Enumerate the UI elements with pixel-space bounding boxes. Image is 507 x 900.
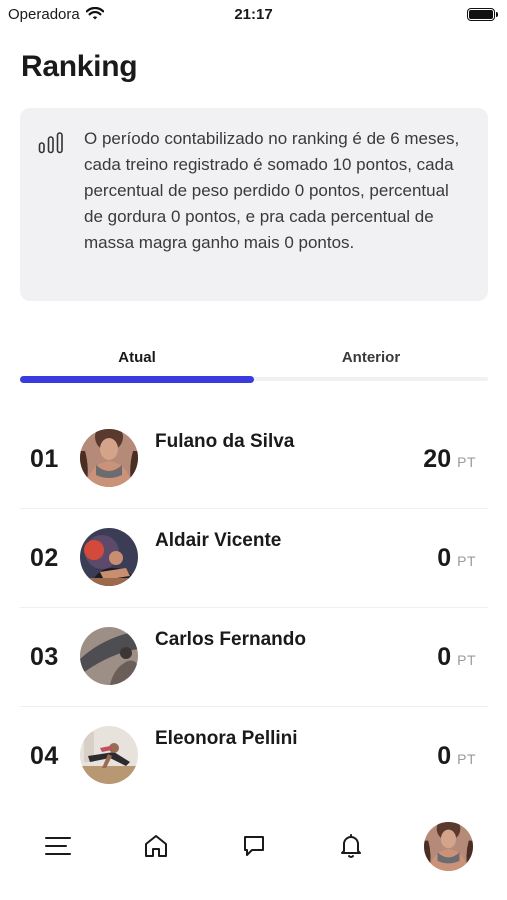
battery-icon [467,7,498,21]
score-unit: PT [457,553,476,569]
ranking-row[interactable]: 01 Fulano da Silva 20 PT [20,410,488,509]
score-unit: PT [457,454,476,470]
rank-position: 02 [30,544,59,572]
rank-score: 0 PT [437,544,476,573]
ranking-row[interactable]: 03 Carlos Fernando 0 PT [20,608,488,707]
ranking-row[interactable]: 04 Eleonora Pellini 0 PT [20,707,488,806]
score-unit: PT [457,751,476,767]
rank-name: Fulano da Silva [155,431,295,452]
rank-score: 0 PT [437,742,476,771]
menu-icon[interactable] [38,826,78,866]
tab-indicator [20,376,254,383]
ranking-row[interactable]: 02 Aldair Vicente 0 PT [20,509,488,608]
ranking-list: 01 Fulano da Silva 20 PT 02 Aldair Vicen… [20,410,488,806]
rank-name: Aldair Vicente [155,530,282,551]
rank-position: 04 [30,742,59,770]
avatar [80,726,138,784]
score-value: 0 [437,742,452,770]
info-card: O período contabilizado no ranking é de … [20,108,488,301]
profile-avatar[interactable] [424,822,473,871]
carrier-label: Operadora [8,5,80,23]
ranking-tabs: Atual Anterior [20,342,488,384]
chat-icon[interactable] [234,826,274,866]
rank-position: 03 [30,643,59,671]
home-icon[interactable] [136,826,176,866]
tab-atual[interactable]: Atual [20,342,254,374]
avatar [80,528,138,586]
wifi-icon [85,7,104,20]
score-value: 0 [437,643,452,671]
tab-anterior[interactable]: Anterior [254,342,488,374]
rank-score: 20 PT [423,445,476,474]
bottom-nav [0,808,507,886]
bar-chart-icon [38,126,66,283]
score-value: 20 [423,445,452,473]
score-unit: PT [457,652,476,668]
bell-icon[interactable] [331,826,371,866]
rank-name: Eleonora Pellini [155,728,298,749]
status-left: Operadora [8,6,104,23]
avatar [80,627,138,685]
rank-score: 0 PT [437,643,476,672]
avatar [80,429,138,487]
score-value: 0 [437,544,452,572]
page-title: Ranking [21,50,138,83]
info-text: O período contabilizado no ranking é de … [84,129,460,252]
rank-name: Carlos Fernando [155,629,306,650]
status-bar: Operadora 21:17 [0,0,507,28]
rank-position: 01 [30,445,59,473]
